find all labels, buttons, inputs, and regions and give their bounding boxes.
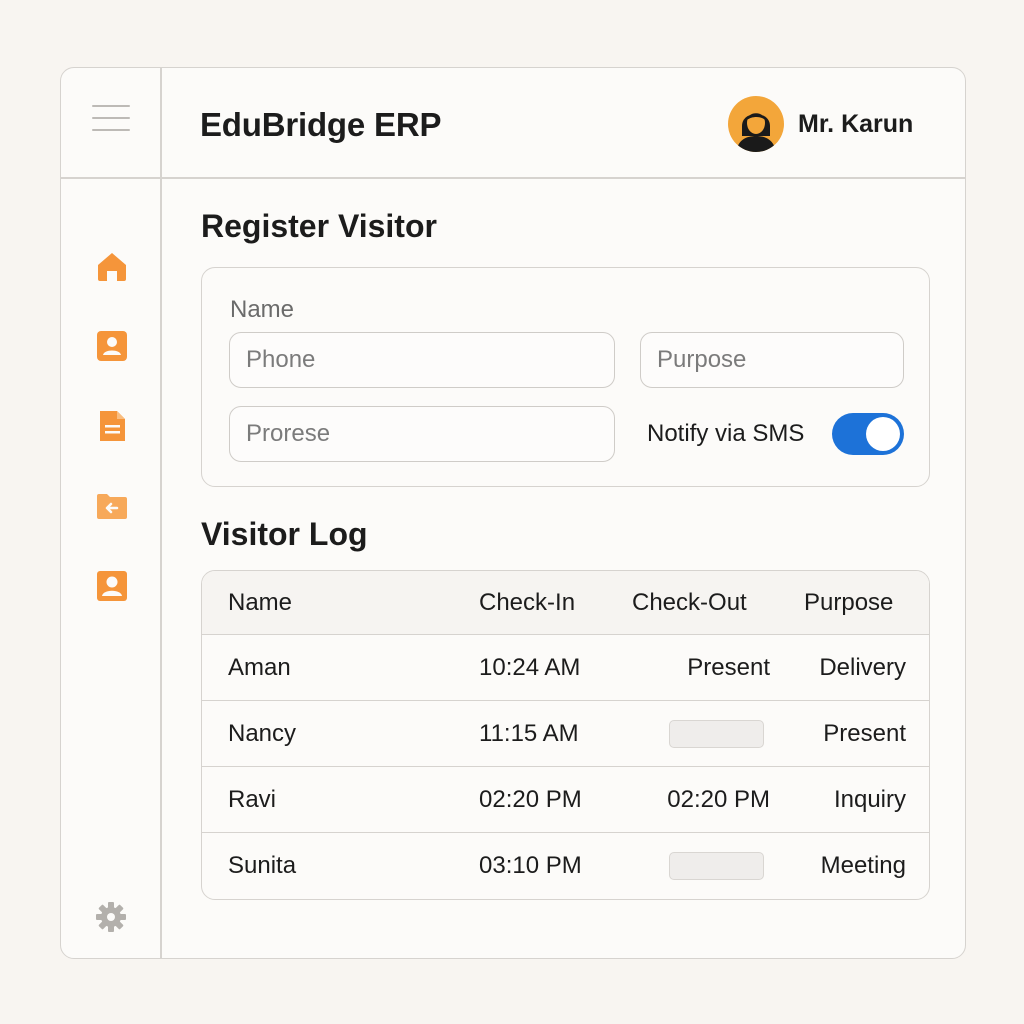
gear-icon[interactable]: [95, 901, 127, 933]
table-row[interactable]: Aman 10:24 AM Present Delivery: [202, 634, 929, 700]
notify-sms-label: Notify via SMS: [647, 420, 805, 447]
check-out-value: Present: [687, 653, 770, 681]
folder-arrow-icon: [97, 494, 127, 519]
toggle-knob: [866, 417, 900, 451]
check-out-cell: [622, 833, 770, 898]
visitor-name: Aman: [228, 653, 291, 681]
user-name: Mr. Karun: [798, 109, 914, 138]
profile-icon: [97, 571, 127, 601]
table-row[interactable]: Ravi 02:20 PM 02:20 PM Inquiry: [202, 766, 929, 832]
check-out-empty-field[interactable]: [669, 851, 764, 880]
check-in-time: 02:20 PM: [479, 785, 582, 813]
visitor-name: Ravi: [228, 785, 277, 813]
header-divider: [61, 177, 965, 179]
hamburger-menu-icon[interactable]: [89, 102, 133, 136]
sidebar-divider: [160, 68, 162, 958]
sidebar-item-documents[interactable]: [94, 408, 130, 444]
check-in-time: 10:24 AM: [479, 653, 581, 681]
check-out-cell: [622, 701, 770, 766]
home-icon: [98, 253, 126, 281]
name-label: Name: [230, 296, 295, 323]
prorese-input[interactable]: [229, 406, 615, 462]
document-icon: [100, 411, 125, 441]
notify-sms-toggle[interactable]: [832, 413, 904, 455]
visit-purpose: Meeting: [820, 851, 906, 879]
check-in-time: 11:15 AM: [479, 719, 579, 747]
visitor-log-title: Visitor Log: [201, 516, 368, 552]
app-title: EduBridge ERP: [200, 106, 442, 143]
visit-purpose: Inquiry: [833, 785, 906, 813]
check-out-value: 02:20 PM: [667, 785, 770, 813]
user-profile[interactable]: Mr. Karun: [728, 95, 913, 153]
check-out-empty-field[interactable]: [669, 719, 764, 748]
visitor-name: Nancy: [228, 719, 297, 747]
sidebar-item-contacts[interactable]: [94, 328, 130, 364]
table-header: Name Check-In Check-Out Purpose: [202, 571, 929, 634]
column-header-name[interactable]: Name: [228, 571, 292, 634]
visit-purpose: Present: [823, 719, 906, 747]
user-avatar-icon: [728, 96, 784, 152]
visitor-log-table: Name Check-In Check-Out Purpose Aman 10:…: [201, 570, 930, 900]
column-header-check-in[interactable]: Check-In: [479, 571, 575, 634]
sidebar-item-profile[interactable]: [94, 568, 130, 604]
register-form: Name Notify via SMS: [201, 267, 930, 487]
sidebar-item-folder[interactable]: [94, 488, 130, 524]
column-header-purpose[interactable]: Purpose: [804, 571, 893, 634]
table-row[interactable]: Sunita 03:10 PM Meeting: [202, 832, 929, 898]
app-window: EduBridge ERP Mr. Karun Register Visitor…: [60, 67, 966, 959]
column-header-check-out[interactable]: Check-Out: [632, 571, 747, 634]
sidebar-item-home[interactable]: [94, 248, 130, 284]
visit-purpose: Delivery: [819, 653, 906, 681]
visitor-name: Sunita: [228, 851, 297, 879]
contact-card-icon: [97, 331, 127, 361]
phone-input[interactable]: [229, 332, 615, 388]
register-title: Register Visitor: [201, 208, 437, 244]
table-row[interactable]: Nancy 11:15 AM Present: [202, 700, 929, 766]
purpose-input[interactable]: [640, 332, 904, 388]
check-in-time: 03:10 PM: [479, 851, 582, 879]
